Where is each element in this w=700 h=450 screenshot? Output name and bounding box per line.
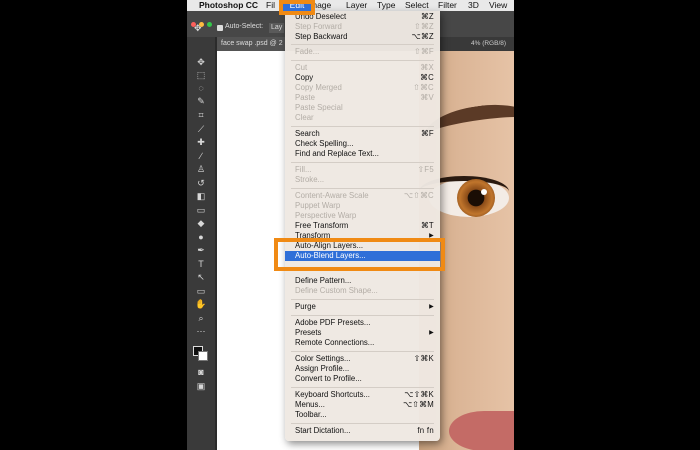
menu-item-find-and-replace[interactable]: Find and Replace Text... xyxy=(285,149,440,159)
marquee-icon[interactable]: ⬚ xyxy=(194,70,208,80)
move-icon[interactable]: ✥ xyxy=(194,57,208,67)
history-brush-icon[interactable]: ↺ xyxy=(194,178,208,188)
menu-item-search[interactable]: Search ⌘F xyxy=(285,129,440,139)
menu-separator xyxy=(291,44,434,45)
crop-icon[interactable]: ⌗ xyxy=(194,110,208,120)
menu-item-define-pattern[interactable]: Define Pattern... xyxy=(285,276,440,286)
quick-select-icon[interactable]: ✎ xyxy=(194,96,208,106)
dodge-icon[interactable]: ● xyxy=(194,232,208,242)
hand-icon[interactable]: ✋ xyxy=(194,299,208,309)
eye-glint xyxy=(481,189,487,195)
menu-item-step-backward[interactable]: Step Backward ⌥⌘Z xyxy=(285,32,440,42)
menu-separator xyxy=(291,423,434,424)
menu-item-paste: Paste ⌘V xyxy=(295,93,434,102)
menu-separator xyxy=(291,299,434,300)
menu-item-paste-special: Paste Special xyxy=(295,103,343,112)
menu-item-step-forward: Step Forward ⇧⌘Z xyxy=(295,22,434,31)
app-name-menu[interactable]: Photoshop CC xyxy=(199,0,258,11)
more-tools-icon[interactable]: ⋯ xyxy=(194,326,208,336)
menu-item-assign-profile[interactable]: Assign Profile... xyxy=(285,364,440,374)
menu-item-copy[interactable]: Copy ⌘C xyxy=(285,73,440,83)
menu-item-convert-to-profile[interactable]: Convert to Profile... xyxy=(285,374,440,384)
menu-filter[interactable]: Filter xyxy=(438,0,457,11)
menu-separator xyxy=(291,162,434,163)
blur-icon[interactable]: ◆ xyxy=(194,218,208,228)
menu-item-fade: Fade... ⇧⌘F xyxy=(295,47,434,56)
menu-view[interactable]: View xyxy=(489,0,507,11)
document-tab[interactable]: face swap .psd @ 2 xyxy=(217,37,291,51)
move-tool-icon[interactable]: ✥ xyxy=(194,23,202,34)
menu-separator xyxy=(291,387,434,388)
lips xyxy=(449,411,514,450)
screen-mode-icon[interactable]: ▣ xyxy=(194,381,208,391)
menu-separator xyxy=(291,351,434,352)
menu-item-keyboard-shortcuts[interactable]: Keyboard Shortcuts... ⌥⇧⌘K xyxy=(285,390,440,400)
eyedropper-icon[interactable]: ⟋ xyxy=(194,124,208,134)
layer-dropdown[interactable]: Lay xyxy=(269,23,285,33)
menu-separator xyxy=(291,188,434,189)
document-tab-status: 4% (RGB/8) xyxy=(471,40,507,47)
menu-item-free-transform[interactable]: Free Transform ⌘T xyxy=(285,221,440,231)
menu-separator xyxy=(291,60,434,61)
menu-item-toolbar[interactable]: Toolbar... xyxy=(285,410,440,420)
menu-item-purge[interactable]: Purge ▶ xyxy=(285,302,440,312)
submenu-arrow-icon: ▶ xyxy=(429,330,434,336)
eraser-icon[interactable]: ◧ xyxy=(194,191,208,201)
menu-item-content-aware-scale: Content-Aware Scale ⌥⇧⌘C xyxy=(295,191,434,200)
auto-select-label: Auto-Select: xyxy=(225,23,264,30)
rectangle-shape-icon[interactable]: ▭ xyxy=(194,286,208,296)
brush-icon[interactable]: ∕ xyxy=(194,151,208,161)
background-color-swatch[interactable] xyxy=(198,351,208,361)
menu-item-puppet-warp: Puppet Warp xyxy=(295,201,341,210)
edit-menu-highlight-box xyxy=(279,0,315,15)
menu-select[interactable]: Select xyxy=(405,0,429,11)
menu-item-cut: Cut ⌘X xyxy=(295,63,434,72)
menu-item-adobe-pdf-presets[interactable]: Adobe PDF Presets... xyxy=(285,318,440,328)
menu-item-menus[interactable]: Menus... ⌥⇧⌘M xyxy=(285,400,440,410)
zoom-icon[interactable]: ⌕ xyxy=(194,313,208,323)
tools-panel: ✥ ⬚ ◌ ✎ ⌗ ⟋ ✚ ∕ ♙ ↺ ◧ ▭ ◆ ● ✒ T ↖ ▭ ✋ ⌕ … xyxy=(187,37,215,450)
eye-iris xyxy=(457,179,495,217)
auto-select-checkbox[interactable] xyxy=(217,25,223,31)
menu-item-color-settings[interactable]: Color Settings... ⇧⌘K xyxy=(285,354,440,364)
auto-blend-highlight-box xyxy=(274,238,445,271)
menu-layer[interactable]: Layer xyxy=(346,0,367,11)
menu-item-start-dictation[interactable]: Start Dictation... fn fn xyxy=(285,426,440,436)
menu-item-copy-merged: Copy Merged ⇧⌘C xyxy=(295,83,434,92)
path-selection-icon[interactable]: ↖ xyxy=(194,272,208,282)
lasso-icon[interactable]: ◌ xyxy=(194,83,208,93)
submenu-arrow-icon: ▶ xyxy=(429,304,434,310)
zoom-window-icon[interactable] xyxy=(207,22,212,27)
gradient-icon[interactable]: ▭ xyxy=(194,205,208,215)
edit-menu-dropdown: Undo Deselect ⌘Z Step Forward ⇧⌘Z Step Bac… xyxy=(285,11,440,441)
menu-item-remote-connections[interactable]: Remote Connections... xyxy=(285,338,440,348)
menu-item-presets[interactable]: Presets ▶ xyxy=(285,328,440,338)
menu-item-stroke: Stroke... xyxy=(295,175,325,184)
menu-bar: Photoshop CC Fil mage Layer Type Select … xyxy=(187,0,514,11)
menu-item-check-spelling[interactable]: Check Spelling... xyxy=(285,139,440,149)
menu-separator xyxy=(291,126,434,127)
menu-3d[interactable]: 3D xyxy=(468,0,479,11)
menu-item-define-custom-shape: Define Custom Shape... xyxy=(295,286,378,295)
type-tool-icon[interactable]: T xyxy=(194,259,208,269)
menu-item-clear: Clear xyxy=(295,113,314,122)
menu-item-fill: Fill... ⇧F5 xyxy=(295,165,434,174)
quick-mask-icon[interactable]: ◙ xyxy=(194,367,208,377)
menu-file[interactable]: Fil xyxy=(266,0,275,11)
menu-separator xyxy=(291,315,434,316)
clone-stamp-icon[interactable]: ♙ xyxy=(194,164,208,174)
menu-type[interactable]: Type xyxy=(377,0,395,11)
menu-item-perspective-warp: Perspective Warp xyxy=(295,211,357,220)
healing-brush-icon[interactable]: ✚ xyxy=(194,137,208,147)
pen-icon[interactable]: ✒ xyxy=(194,245,208,255)
